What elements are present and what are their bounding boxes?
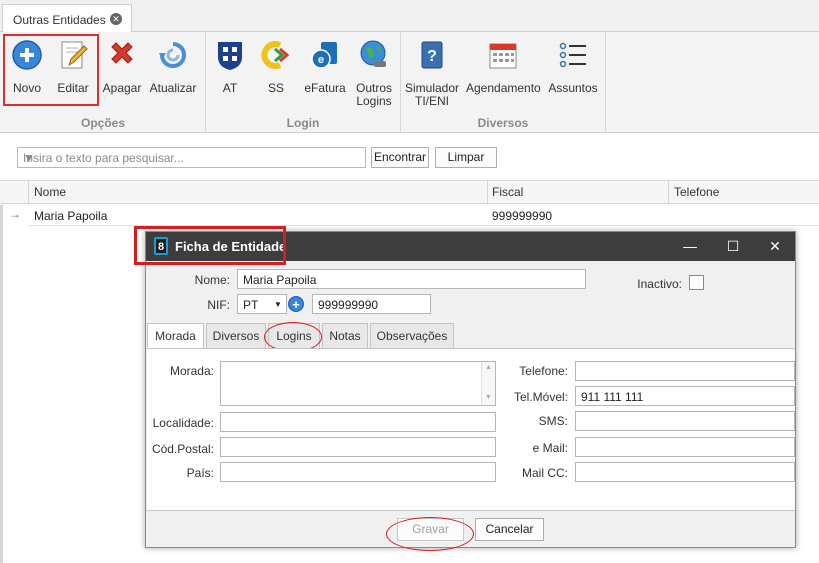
- nome-value: Maria Papoila: [243, 273, 317, 287]
- agendamento-button[interactable]: Agendamento: [466, 36, 541, 100]
- sms-label: SMS:: [538, 414, 568, 428]
- apagar-button[interactable]: Apagar: [100, 36, 144, 100]
- tel-movel-label: Tel.Móvel:: [513, 390, 568, 404]
- tel-movel-field[interactable]: 911 111 111: [575, 386, 795, 406]
- novo-editar-highlight: [3, 34, 99, 106]
- calendar-icon: [489, 43, 517, 69]
- efatura-button[interactable]: e eFatura: [300, 36, 350, 100]
- minimize-icon[interactable]: —: [676, 234, 704, 258]
- close-icon[interactable]: ✕: [110, 13, 122, 25]
- nome-label: Nome:: [194, 273, 230, 287]
- nif-label: NIF:: [207, 298, 230, 312]
- inactivo-label: Inactivo:: [637, 277, 682, 291]
- svg-text:?: ?: [427, 48, 437, 65]
- scroll-up-icon[interactable]: ▲: [485, 364, 492, 371]
- group-label-opcoes: Opções: [80, 116, 125, 130]
- chevron-down-icon: ▼: [274, 300, 282, 309]
- nif-country-value: PT: [243, 298, 259, 312]
- tab-morada[interactable]: Morada: [147, 323, 204, 350]
- agendamento-label: Agendamento: [466, 81, 541, 95]
- sms-field[interactable]: [575, 411, 795, 431]
- ss-button[interactable]: SS: [256, 36, 296, 100]
- efatura-icon: e: [311, 42, 337, 69]
- nif-value: 999999990: [318, 298, 379, 312]
- tel-movel-value: 911 111 111: [581, 390, 644, 404]
- telefone-label: Telefone:: [519, 364, 568, 378]
- simulador-label: Simulador TI/ENI: [404, 81, 460, 108]
- ribbon-separator: [605, 32, 606, 132]
- email-label: e Mail:: [532, 441, 568, 455]
- row-indicator-arrow-icon: →: [9, 207, 21, 221]
- help-book-icon: ?: [421, 41, 443, 69]
- gravar-highlight: [386, 517, 474, 551]
- column-header-nome[interactable]: Nome: [34, 185, 66, 199]
- morada-label: Morada:: [169, 364, 214, 378]
- outros-logins-button[interactable]: Outros Logins: [352, 36, 396, 108]
- localidade-label: Localidade:: [152, 416, 214, 430]
- inactivo-checkbox[interactable]: [689, 275, 704, 290]
- svg-text:e: e: [318, 54, 324, 66]
- chevron-down-icon[interactable]: ▼: [23, 151, 361, 165]
- globe-icon: [360, 40, 386, 67]
- cell-nome[interactable]: Maria Papoila: [34, 209, 107, 223]
- atualizar-label: Atualizar: [149, 81, 197, 95]
- grid-left-strip: [0, 205, 3, 563]
- efatura-label: eFatura: [304, 81, 346, 95]
- pais-label: País:: [186, 466, 214, 480]
- maximize-icon[interactable]: ☐: [719, 234, 747, 258]
- telefone-field[interactable]: [575, 361, 795, 381]
- outros-logins-label: Outros Logins: [355, 81, 392, 108]
- assuntos-label: Assuntos: [548, 81, 598, 95]
- group-label-login: Login: [286, 116, 320, 130]
- cod-postal-field[interactable]: [220, 437, 496, 457]
- nif-country-select[interactable]: PT ▼: [237, 294, 287, 314]
- at-button[interactable]: AT: [210, 36, 250, 100]
- at-shield-icon: [218, 42, 242, 70]
- simulador-button[interactable]: ? Simulador TI/ENI: [404, 36, 460, 108]
- column-header-fiscal[interactable]: Fiscal: [492, 185, 523, 199]
- column-header-telefone[interactable]: Telefone: [674, 185, 719, 199]
- refresh-icon: [159, 42, 186, 68]
- encontrar-button[interactable]: Encontrar: [371, 147, 429, 168]
- nif-field[interactable]: 999999990: [312, 294, 431, 314]
- close-icon[interactable]: ✕: [761, 234, 789, 258]
- email-field[interactable]: [575, 437, 795, 457]
- cod-postal-label: Cód.Postal:: [151, 442, 214, 456]
- scrollbar[interactable]: ▲ ▼: [481, 362, 495, 405]
- morada-field[interactable]: ▲ ▼: [220, 361, 496, 406]
- delete-x-icon: [111, 42, 133, 64]
- mail-cc-field[interactable]: [575, 462, 795, 482]
- tab-diversos[interactable]: Diversos: [206, 323, 266, 349]
- tab-observacoes[interactable]: Observações: [370, 323, 454, 349]
- tab-label: Outras Entidades: [13, 13, 106, 27]
- assuntos-button[interactable]: Assuntos: [546, 36, 600, 100]
- list-icon: [559, 42, 586, 68]
- nome-field[interactable]: Maria Papoila: [237, 269, 586, 289]
- title-highlight: [134, 226, 286, 265]
- cell-fiscal[interactable]: 999999990: [492, 209, 552, 223]
- add-nif-plus-icon[interactable]: +: [288, 296, 304, 312]
- pais-field[interactable]: [220, 462, 496, 482]
- tab-notas[interactable]: Notas: [322, 323, 368, 349]
- scroll-down-icon[interactable]: ▼: [485, 394, 492, 401]
- ss-label: SS: [267, 81, 284, 95]
- at-label: AT: [222, 81, 238, 95]
- group-label-diversos: Diversos: [477, 116, 529, 130]
- cancelar-button[interactable]: Cancelar: [475, 518, 544, 541]
- table-row[interactable]: [28, 205, 819, 226]
- apagar-label: Apagar: [102, 81, 142, 95]
- ss-logo-icon: [261, 41, 290, 69]
- mail-cc-label: Mail CC:: [521, 466, 568, 480]
- atualizar-button[interactable]: Atualizar: [148, 36, 198, 100]
- localidade-field[interactable]: [220, 412, 496, 432]
- search-input[interactable]: Insira o texto para pesquisar... ▼: [17, 147, 366, 168]
- limpar-button[interactable]: Limpar: [435, 147, 497, 168]
- tab-outras-entidades[interactable]: Outras Entidades ✕: [2, 4, 132, 33]
